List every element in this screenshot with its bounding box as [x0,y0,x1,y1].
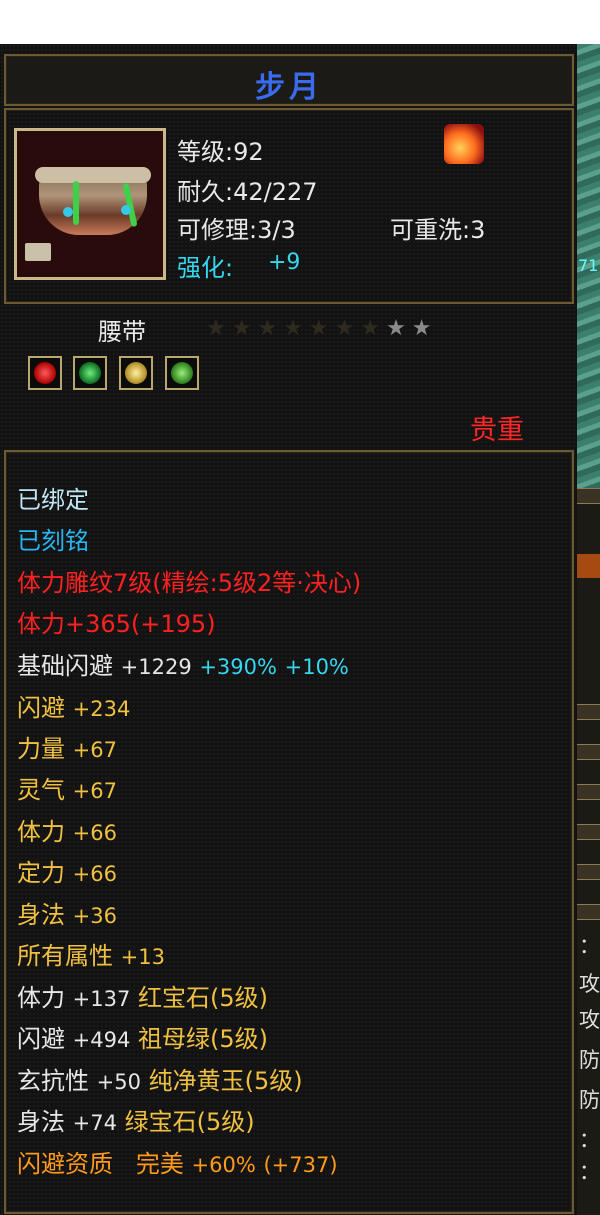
stat-line: 身法 +36 [17,895,117,930]
enhance-label: 强化: [177,254,234,282]
carving-line: 体力雕纹7级(精绘:5级2等·决心) [17,569,362,597]
aptitude-bonus: (+737) [263,1153,338,1177]
base-dodge-line: 基础闪避 +1229 +390% +10% [17,646,349,681]
side-divider [577,824,600,840]
gem-stat-value: +74 [72,1111,117,1135]
stat-line: 灵气 +67 [17,770,117,805]
side-text: 攻 [579,972,600,996]
side-divider [577,784,600,800]
gem-stat-label: 身法 [17,1108,65,1136]
stat-label: 身法 [17,901,65,929]
side-text: ： [579,934,600,958]
bound-status: 已绑定 [17,486,89,514]
gem-name: 绿宝石(5级) [124,1108,255,1136]
gem-stat-label: 玄抗性 [17,1067,89,1095]
item-rewash: 可重洗:3 [390,216,486,244]
gem-slot-3[interactable] [119,356,153,390]
gem-name: 红宝石(5级) [137,984,268,1012]
emerald-gem-icon [79,362,101,384]
item-level: 等级:92 [177,138,264,166]
aptitude-label: 闪避资质 [17,1150,113,1178]
gem-slot-1[interactable] [28,356,62,390]
side-divider [577,864,600,880]
item-durability: 耐久:42/227 [177,178,318,206]
stamina-carving-line: 体力+365(+195) [17,610,216,638]
item-icon[interactable] [14,128,166,280]
gem-name: 纯净黄玉(5级) [148,1067,303,1095]
map-label: 71 [578,256,599,275]
belt-gem [63,207,73,217]
gem-name: 祖母绿(5级) [137,1025,268,1053]
gem-slot-2[interactable] [73,356,107,390]
stat-label: 闪避 [17,694,65,722]
stat-value: +36 [72,904,117,928]
star-rating: ★★★★★★★★★ [206,316,438,341]
star-lit-icon: ★★ [386,316,438,341]
enhance-value: +9 [268,250,301,275]
item-type: 腰带 [98,318,146,346]
gem-slot-4[interactable] [165,356,199,390]
stat-line: 力量 +67 [17,729,117,764]
stat-value: +66 [72,821,117,845]
vine-decoration [73,181,79,225]
engraved-status: 已刻铭 [17,527,89,555]
gem-stat-line: 身法 +74 绿宝石(5级) [17,1102,255,1137]
title-bar: 步月 [4,54,574,106]
side-text: 防 [579,1048,600,1072]
belt-band [35,167,151,183]
item-rarity: 贵重 [470,415,524,446]
stat-label: 力量 [17,735,65,763]
gem-stat-label: 闪避 [17,1025,65,1053]
star-dim-icon: ★★★★★★★ [206,316,387,341]
side-divider [577,904,600,920]
gem-stat-label: 体力 [17,984,65,1012]
side-text: 防 [579,1088,600,1112]
gem-stat-value: +494 [72,1028,131,1052]
stat-line: 闪避 +234 [17,688,130,723]
stat-value: +234 [72,697,131,721]
aptitude-grade: 完美 [135,1150,184,1178]
gem-stat-value: +137 [72,987,131,1011]
stat-label: 体力 [17,818,65,846]
fire-icon[interactable] [444,124,484,164]
side-panel: 71 ： 攻 攻 防 防 ： ： [577,44,600,1215]
side-text: 攻 [579,1008,600,1032]
base-dodge-label: 基础闪避 [17,652,113,680]
gem-stat-line: 玄抗性 +50 纯净黄玉(5级) [17,1061,303,1096]
lock-icon [25,243,51,261]
side-text: ： [579,1160,600,1184]
side-divider [577,744,600,760]
side-divider [577,704,600,720]
side-divider [577,488,600,504]
side-tab[interactable] [577,554,600,578]
stat-line: 定力 +66 [17,853,117,888]
item-repair: 可修理:3/3 [177,216,296,244]
yellow-jade-gem-icon [125,362,147,384]
item-name: 步月 [255,70,323,105]
red-gem-icon [34,362,56,384]
gem-stat-value: +50 [96,1070,141,1094]
stat-label: 所有属性 [17,942,113,970]
belt-gem [121,205,131,215]
gem-stat-line: 闪避 +494 祖母绿(5级) [17,1019,268,1054]
stat-line: 所有属性 +13 [17,936,165,971]
base-dodge-pct-extra: +10% [284,655,349,679]
aptitude-pct: +60% [191,1153,256,1177]
stat-line: 体力 +66 [17,812,117,847]
stat-value: +13 [120,945,165,969]
stat-value: +67 [72,738,117,762]
stat-label: 定力 [17,859,65,887]
aptitude-line: 闪避资质 完美 +60% (+737) [17,1144,338,1179]
stat-value: +67 [72,779,117,803]
green-gem-icon [171,362,193,384]
gem-stat-line: 体力 +137 红宝石(5级) [17,978,268,1013]
base-dodge-pct: +390% [199,655,277,679]
base-dodge-value: +1229 [120,655,192,679]
side-text: ： [579,1128,600,1152]
stat-label: 灵气 [17,776,65,804]
stat-value: +66 [72,862,117,886]
